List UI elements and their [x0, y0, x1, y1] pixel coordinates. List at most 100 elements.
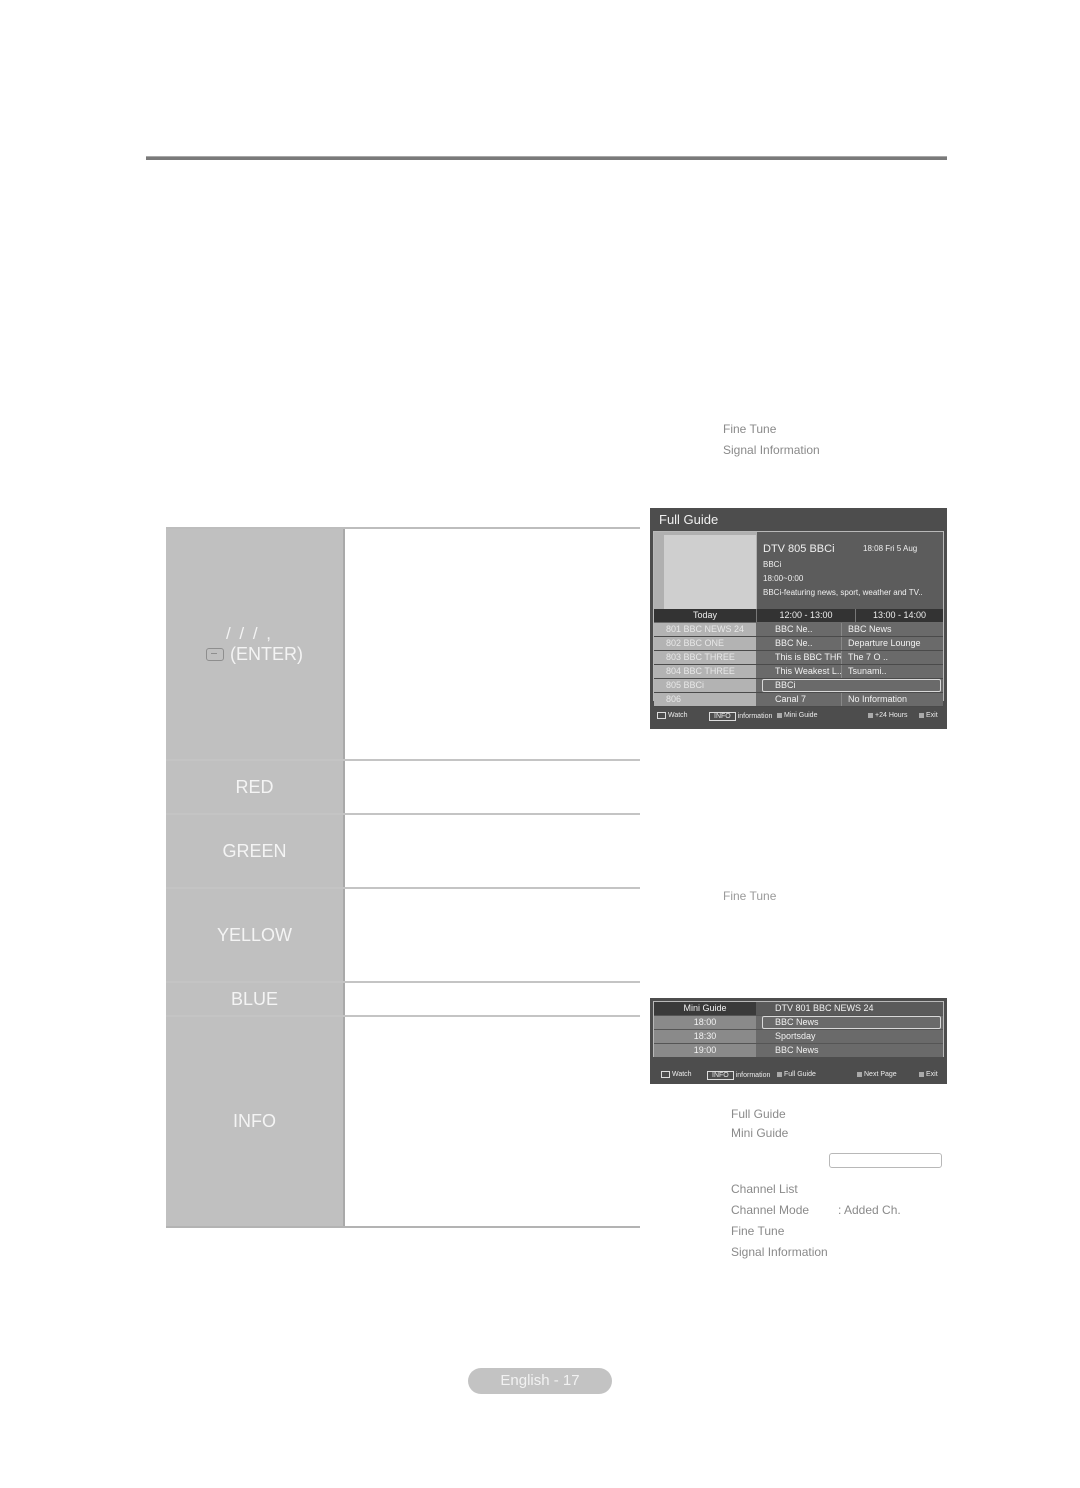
mini-guide-row[interactable]: 18:30 Sportsday [654, 1030, 943, 1044]
time-cell: 19:00 [654, 1044, 756, 1057]
program-cell[interactable]: Sportsday [756, 1030, 943, 1043]
channel-cell: 803 BBC THREE [654, 651, 756, 664]
key-row-red: RED [166, 761, 640, 815]
mini-guide-title: Mini Guide [654, 1002, 756, 1015]
channel-cell: 804 BBC THREE [654, 665, 756, 678]
mini-guide-header: Mini Guide DTV 801 BBC NEWS 24 [654, 1002, 943, 1016]
program-cell[interactable]: BBC News [842, 623, 943, 636]
menu-item-full-guide: Full Guide [731, 1107, 786, 1121]
video-preview [664, 535, 756, 609]
program-cell[interactable]: BBC Ne.. [756, 637, 842, 650]
mini-guide-screen: Mini Guide DTV 801 BBC NEWS 24 18:00 BBC… [650, 998, 947, 1084]
info-key-icon: INFO [707, 1071, 734, 1080]
program-cell[interactable]: BBC Ne.. [756, 623, 842, 636]
column-slot-2: 13:00 - 14:00 [872, 610, 927, 620]
watch-hint[interactable]: Watch [661, 1071, 692, 1078]
color-key-icon [777, 713, 782, 718]
guide-header: Today 12:00 - 13:00 13:00 - 14:00 [654, 609, 943, 622]
time-cell: 18:30 [654, 1030, 756, 1043]
guide-row[interactable]: 804 BBC THREE This Weakest L.. Tsunami.. [654, 665, 943, 679]
program-cell[interactable]: This Weakest L.. [756, 665, 842, 678]
full-guide-hint[interactable]: Full Guide [777, 1071, 816, 1078]
key-row-info: INFO [166, 1017, 640, 1228]
menu-highlight-box [829, 1153, 942, 1168]
key-row-yellow: YELLOW [166, 889, 640, 983]
full-guide-screen: Full Guide DTV 805 BBCi 18:08 Fri 5 Aug … [650, 508, 947, 729]
color-key-icon [919, 1072, 924, 1077]
plus-24-hours-hint[interactable]: +24 Hours [868, 712, 908, 719]
exit-hint[interactable]: Exit [919, 1071, 938, 1078]
program-cell[interactable]: This is BBC THREE [756, 651, 842, 664]
program-cell-selected[interactable]: BBC News [756, 1016, 943, 1029]
mini-guide-hint[interactable]: Mini Guide [777, 712, 817, 719]
menu-item-fine-tune: Fine Tune [723, 422, 777, 436]
program-description: BBCi-featuring news, sport, weather and … [763, 588, 923, 597]
mini-guide-footer: Watch INFO information Full Guide Next P… [650, 1060, 947, 1084]
enter-icon [661, 1071, 670, 1078]
program-cell[interactable]: Departure Lounge [842, 637, 943, 650]
key-description [345, 529, 640, 759]
guide-row[interactable]: 802 BBC ONE BBC Ne.. Departure Lounge [654, 637, 943, 651]
key-description [345, 983, 640, 1015]
program-title: BBCi [763, 560, 782, 569]
blue-key-label: BLUE [166, 983, 345, 1015]
guide-row[interactable]: 801 BBC NEWS 24 BBC Ne.. BBC News [654, 623, 943, 637]
key-cell: / / / , (ENTER) [166, 529, 345, 759]
next-page-hint[interactable]: Next Page [857, 1071, 897, 1078]
column-today: Today [654, 609, 757, 622]
menu-item-fine-tune: Fine Tune [731, 1224, 785, 1238]
key-description [345, 1017, 640, 1226]
enter-key-label: (ENTER) [230, 643, 303, 664]
color-key-icon [857, 1072, 862, 1077]
arrow-keys-label: / / / , [225, 623, 274, 643]
information-hint[interactable]: INFO information [709, 712, 772, 721]
menu-item-channel-mode: Channel Mode [731, 1203, 810, 1217]
color-key-icon [919, 713, 924, 718]
menu-item-mini-guide: Mini Guide [731, 1126, 789, 1140]
key-description [345, 889, 640, 981]
channel-cell: 801 BBC NEWS 24 [654, 623, 756, 636]
key-description [345, 761, 640, 813]
channel-cell: 802 BBC ONE [654, 637, 756, 650]
menu-item-fine-tune: Fine Tune [723, 889, 777, 903]
full-guide-title: Full Guide [659, 512, 719, 527]
exit-hint[interactable]: Exit [919, 712, 938, 719]
menu-item-signal-information: Signal Information [723, 443, 820, 457]
red-key-label: RED [166, 761, 345, 813]
mini-guide-row-selected[interactable]: 18:00 BBC News [654, 1016, 943, 1030]
guide-row[interactable]: 803 BBC THREE This is BBC THREE The 7 O … [654, 651, 943, 665]
channel-cell: 805 BBCi [654, 679, 756, 692]
remote-key-table: / / / , (ENTER) RED GREEN YELLOW BLUE IN… [166, 527, 640, 1228]
key-description [345, 815, 640, 887]
current-datetime: 18:08 Fri 5 Aug [863, 544, 918, 553]
program-cell-selected[interactable]: BBCi [756, 679, 943, 692]
enter-icon [657, 712, 666, 719]
time-cell: 18:00 [654, 1016, 756, 1029]
key-row-blue: BLUE [166, 983, 640, 1017]
selection-highlight [762, 679, 941, 692]
channel-name: DTV 805 BBCi [763, 543, 835, 555]
menu-item-signal-information: Signal Information [731, 1245, 828, 1259]
program-cell[interactable]: BBC News [756, 1044, 943, 1057]
information-hint[interactable]: INFO information [707, 1071, 770, 1080]
color-key-icon [868, 713, 873, 718]
page-number: English - 17 [468, 1368, 612, 1394]
info-key-label: INFO [166, 1017, 345, 1226]
program-cell[interactable]: Tsunami.. [842, 665, 943, 678]
yellow-key-label: YELLOW [166, 889, 345, 981]
guide-row-selected[interactable]: 805 BBCi BBCi [654, 679, 943, 693]
key-row-green: GREEN [166, 815, 640, 889]
program-cell[interactable]: The 7 O .. [842, 651, 943, 664]
green-key-label: GREEN [166, 815, 345, 887]
enter-icon [206, 647, 224, 661]
mini-guide-row[interactable]: 19:00 BBC News [654, 1044, 943, 1057]
channel-mode-value: : Added Ch. [838, 1203, 901, 1217]
column-slot-1: 12:00 - 13:00 [757, 609, 856, 622]
info-key-icon: INFO [709, 712, 736, 721]
watch-hint[interactable]: Watch [657, 712, 688, 719]
full-guide-footer: Watch INFO information Mini Guide +24 Ho… [650, 701, 947, 729]
header-rule [146, 156, 947, 160]
program-time: 18:00~0:00 [763, 574, 804, 583]
program-info-panel: DTV 805 BBCi 18:08 Fri 5 Aug BBCi 18:00~… [757, 532, 943, 609]
selection-highlight [762, 1016, 941, 1029]
